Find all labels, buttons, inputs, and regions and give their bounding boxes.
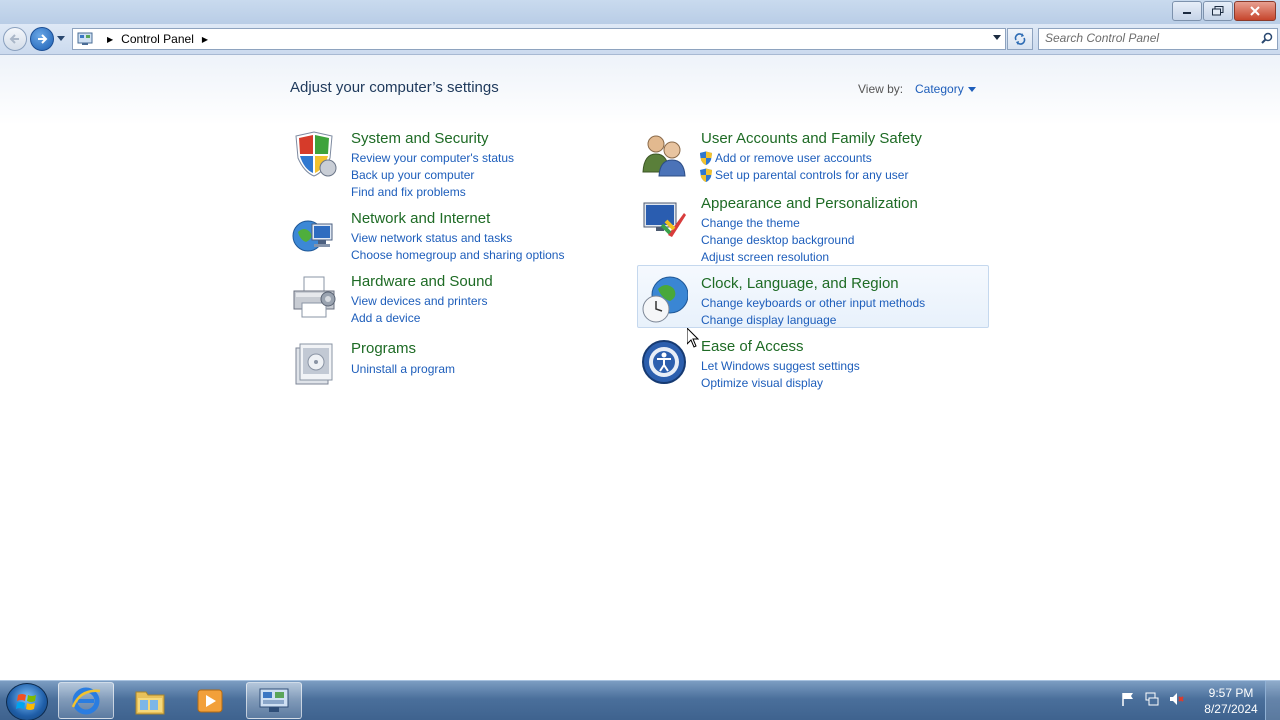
refresh-icon (1014, 33, 1026, 45)
category-links: View network status and tasks Choose hom… (351, 229, 564, 263)
taskbar-control-panel[interactable] (246, 682, 302, 719)
control-panel-icon (259, 688, 289, 712)
forward-arrow-icon (38, 34, 48, 44)
view-by-value[interactable]: Category (915, 82, 964, 96)
monitor-paint-icon[interactable] (640, 195, 688, 243)
category-links: Review your computer's status Back up yo… (351, 149, 514, 200)
internet-explorer-icon (71, 687, 101, 714)
navigation-bar: ▶ Control Panel ▶ (0, 24, 1280, 55)
link-devices-printers[interactable]: View devices and printers (351, 292, 488, 309)
link-keyboards-input[interactable]: Change keyboards or other input methods (701, 294, 925, 311)
recent-pages-dropdown-icon[interactable] (57, 36, 65, 41)
link-add-device[interactable]: Add a device (351, 309, 488, 326)
window-titlebar (0, 0, 1280, 25)
printer-icon[interactable] (290, 273, 338, 321)
windows-logo-icon (16, 694, 36, 710)
category-title[interactable]: Ease of Access (701, 338, 804, 355)
taskbar-file-explorer[interactable] (122, 682, 178, 719)
link-back-up[interactable]: Back up your computer (351, 166, 514, 183)
link-label[interactable]: Set up parental controls for any user (715, 168, 908, 182)
category-links: Change the theme Change desktop backgrou… (701, 214, 854, 265)
network-globe-icon[interactable] (290, 210, 338, 258)
clock-date: 8/27/2024 (1204, 702, 1258, 716)
volume-muted-icon[interactable] (1168, 691, 1184, 707)
chevron-down-icon[interactable] (967, 86, 976, 92)
link-uninstall-program[interactable]: Uninstall a program (351, 360, 455, 377)
category-title[interactable]: Programs (351, 340, 416, 357)
category-title[interactable]: Hardware and Sound (351, 273, 493, 290)
address-dropdown-icon[interactable] (993, 35, 1001, 40)
forward-button[interactable] (30, 27, 54, 51)
minimize-icon (1183, 12, 1191, 14)
category-title[interactable]: System and Security (351, 130, 489, 147)
link-screen-resolution[interactable]: Adjust screen resolution (701, 248, 854, 265)
minimize-button[interactable] (1172, 1, 1202, 21)
close-icon (1250, 6, 1260, 16)
shield-icon[interactable] (290, 130, 338, 178)
back-button[interactable] (3, 27, 27, 51)
category-links: View devices and printers Add a device (351, 292, 488, 326)
close-button[interactable] (1234, 1, 1276, 21)
media-player-icon (197, 689, 223, 712)
system-tray (1120, 691, 1184, 707)
globe-clock-icon[interactable] (640, 275, 688, 323)
restore-icon (1212, 6, 1224, 16)
link-network-status[interactable]: View network status and tasks (351, 229, 564, 246)
taskbar-media-player[interactable] (182, 682, 238, 719)
chevron-right-icon[interactable]: ▶ (107, 35, 113, 44)
taskbar-internet-explorer[interactable] (58, 682, 114, 719)
link-find-fix-problems[interactable]: Find and fix problems (351, 183, 514, 200)
uac-shield-icon (700, 151, 712, 165)
start-button[interactable] (6, 683, 48, 720)
breadcrumb-control-panel[interactable]: Control Panel (121, 32, 194, 46)
window-controls (1172, 1, 1276, 21)
control-panel-content: Adjust your computer’s settings View by:… (0, 55, 1280, 679)
link-label[interactable]: Add or remove user accounts (715, 151, 872, 165)
category-links: Let Windows suggest settings Optimize vi… (701, 357, 860, 391)
file-explorer-icon (135, 691, 165, 714)
clock-time: 9:57 PM (1208, 686, 1254, 700)
control-panel-icon (77, 32, 93, 45)
show-desktop-button[interactable] (1265, 681, 1280, 720)
link-windows-suggest[interactable]: Let Windows suggest settings (701, 357, 860, 374)
action-center-flag-icon[interactable] (1120, 691, 1136, 707)
category-title[interactable]: User Accounts and Family Safety (701, 130, 922, 147)
search-box[interactable] (1038, 28, 1278, 50)
link-add-remove-accounts[interactable]: Add or remove user accounts (700, 149, 908, 166)
view-by-dropdown[interactable]: Category (915, 82, 976, 96)
search-input[interactable] (1039, 29, 1255, 47)
mouse-cursor-icon (687, 328, 699, 348)
category-links: Change keyboards or other input methods … (701, 294, 925, 328)
link-desktop-background[interactable]: Change desktop background (701, 231, 854, 248)
link-review-status[interactable]: Review your computer's status (351, 149, 514, 166)
refresh-button[interactable] (1007, 28, 1033, 50)
taskbar-clock[interactable]: 9:57 PM 8/27/2024 (1196, 685, 1266, 717)
ease-of-access-icon[interactable] (640, 338, 688, 386)
view-by-label: View by: (858, 82, 904, 96)
restore-button[interactable] (1203, 1, 1233, 21)
category-title[interactable]: Clock, Language, and Region (701, 275, 899, 292)
search-icon[interactable] (1261, 32, 1273, 44)
taskbar: 9:57 PM 8/27/2024 (0, 680, 1280, 720)
category-links: Uninstall a program (351, 359, 455, 377)
network-icon[interactable] (1144, 691, 1160, 707)
category-title[interactable]: Appearance and Personalization (701, 195, 918, 212)
category-links: Add or remove user accounts Set up paren… (700, 149, 908, 183)
link-parental-controls[interactable]: Set up parental controls for any user (700, 166, 908, 183)
link-display-language[interactable]: Change display language (701, 311, 925, 328)
category-title[interactable]: Network and Internet (351, 210, 490, 227)
page-title: Adjust your computer’s settings (290, 79, 499, 96)
users-icon[interactable] (640, 130, 688, 178)
back-arrow-icon (9, 34, 19, 44)
link-optimize-visual[interactable]: Optimize visual display (701, 374, 860, 391)
link-homegroup-sharing[interactable]: Choose homegroup and sharing options (351, 246, 564, 263)
chevron-right-icon[interactable]: ▶ (202, 35, 208, 44)
link-change-theme[interactable]: Change the theme (701, 214, 854, 231)
uac-shield-icon (700, 168, 712, 182)
address-bar[interactable]: ▶ Control Panel ▶ (72, 28, 1006, 50)
programs-icon[interactable] (290, 340, 338, 388)
